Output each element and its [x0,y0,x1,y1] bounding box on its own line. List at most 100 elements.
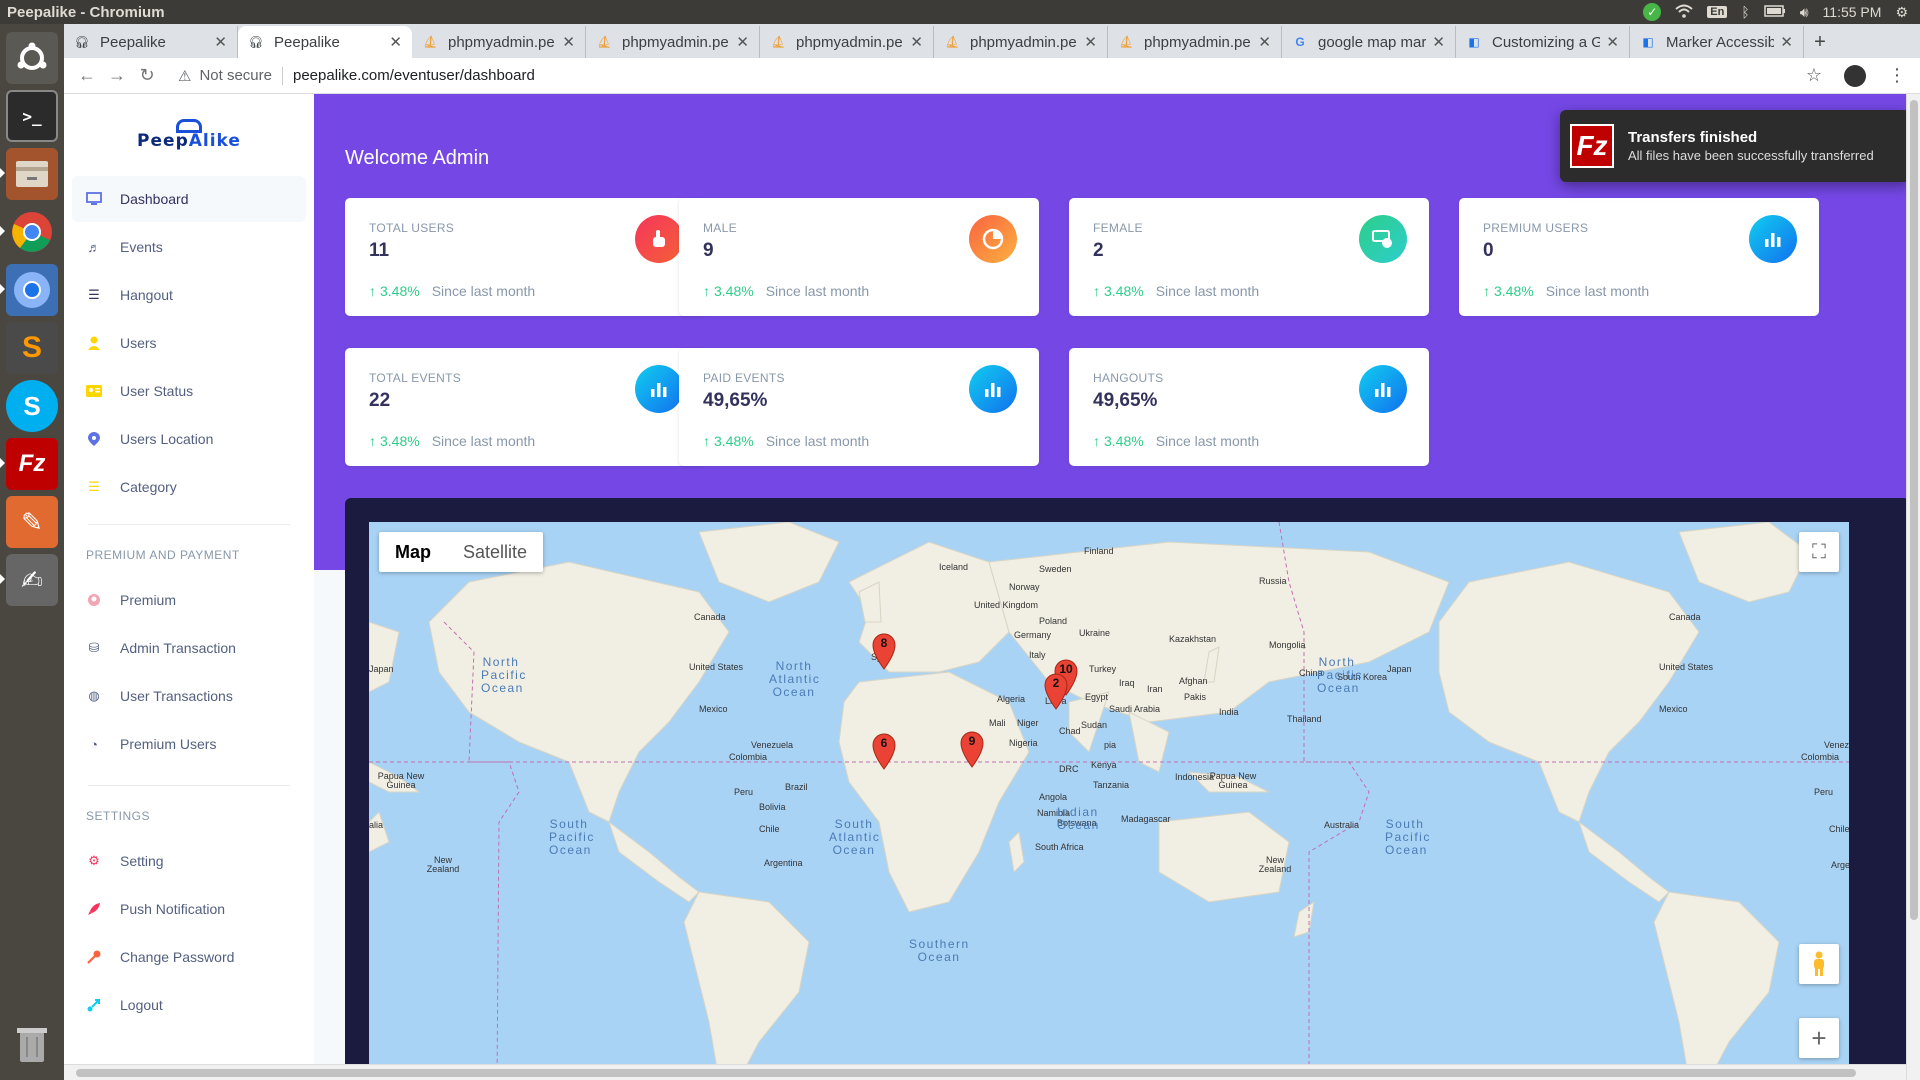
vertical-scrollbar[interactable] [1906,94,1920,1080]
settings-gear-icon[interactable]: ⚙ [1895,4,1908,21]
map-marker[interactable]: 6 [871,732,897,770]
omnibox[interactable]: ⚠ Not secure peepalike.com/eventuser/das… [178,66,1806,85]
filezilla-notification[interactable]: Fz Transfers finished All files have bee… [1560,110,1910,182]
chrome-icon[interactable] [0,206,58,258]
back-icon[interactable]: ← [72,65,102,86]
trash-icon[interactable] [6,1018,58,1070]
clock[interactable]: 11:55 PM [1823,4,1882,20]
sidebar-item-user-transactions[interactable]: ◍ User Transactions [72,673,306,719]
world-map[interactable]: Finland Iceland Sweden Norway Russia Uni… [369,522,1849,1080]
map-type-satellite-button[interactable]: Satellite [447,532,543,572]
close-tab-icon[interactable]: ✕ [1084,33,1097,51]
map-marker[interactable]: 2 [1043,672,1069,710]
keyboard-layout-indicator[interactable]: En [1707,6,1728,18]
tab[interactable]: ⛵︎ phpmyadmin.pe ✕ [586,26,760,58]
fullscreen-icon[interactable]: ⛶ [1799,532,1839,572]
transaction-icon: ⛁ [88,640,100,655]
warning-icon: ⚠ [178,67,192,85]
sidebar-item-setting[interactable]: ⚙ Setting [72,838,306,884]
ubuntu-dash-icon[interactable] [6,32,58,84]
tab[interactable]: 🎧︎ Peepalike ✕ [64,26,238,58]
map-country-label: Japan [369,664,394,674]
logo[interactable]: PeepAlike [64,94,314,176]
tab[interactable]: ◧ Marker Accessib ✕ [1630,26,1804,58]
tab[interactable]: ⛵︎ phpmyadmin.pe ✕ [412,26,586,58]
sidebar-item-category[interactable]: ☰ Category [72,464,306,510]
card-percent: 3.48% [714,433,754,449]
card-percent: 3.48% [1104,433,1144,449]
filezilla-icon[interactable]: Fz [0,438,58,490]
sidebar-item-hangout[interactable]: ☰ Hangout [72,272,306,318]
forward-icon[interactable]: → [102,65,132,86]
scroll-thumb[interactable] [76,1069,1856,1077]
close-tab-icon[interactable]: ✕ [1606,33,1619,51]
skype-icon[interactable]: S [6,380,58,432]
sidebar-item-users-location[interactable]: Users Location [72,416,306,462]
phpmyadmin-icon: ⛵︎ [944,35,960,49]
street-view-pegman-icon[interactable] [1799,944,1839,984]
volume-icon[interactable]: 🔊︎ [1800,4,1809,21]
sidebar-item-premium-users[interactable]: ◔ Premium Users [72,721,306,767]
menu-lines-icon: ☰ [88,479,100,494]
main-content: Welcome Admin TOTAL USERS 11 ↑ 3.48% Since… [314,94,1910,1080]
security-indicator[interactable]: ⚠ Not secure [178,67,272,85]
sidebar-item-admin-transaction[interactable]: ⛁ Admin Transaction [72,625,306,671]
close-tab-icon[interactable]: ✕ [389,33,402,51]
reload-icon[interactable]: ↻ [132,65,162,86]
battery-icon[interactable] [1763,4,1786,20]
close-tab-icon[interactable]: ✕ [1432,33,1445,51]
sidebar-item-events[interactable]: ♬ Events [72,224,306,270]
sidebar-item-change-password[interactable]: Change Password [72,934,306,980]
chromium-icon[interactable] [0,264,58,316]
hand-pointer-icon [635,215,683,263]
map-type-map-button[interactable]: Map [379,532,447,572]
map-ocean-label: South Atlantic Ocean [829,817,881,857]
sidebar-item-user-status[interactable]: User Status [72,368,306,414]
close-tab-icon[interactable]: ✕ [1258,33,1271,51]
sidebar-item-logout[interactable]: Logout [72,982,306,1028]
map-marker[interactable]: 8 [871,632,897,670]
scroll-thumb[interactable] [1910,100,1918,920]
card-value: 9 [703,240,714,261]
premium-icon [86,592,102,608]
tab[interactable]: ⛵︎ phpmyadmin.pe ✕ [1108,26,1282,58]
sublime-text-icon[interactable]: S [6,322,58,374]
bluetooth-icon[interactable]: ᛒ [1741,4,1749,20]
horizontal-scrollbar[interactable] [64,1064,1906,1080]
map-country-label: Mali [989,718,1006,728]
sidebar-item-label: Premium Users [120,736,217,752]
tab-active[interactable]: 🎧︎ Peepalike ✕ [238,26,412,58]
tab[interactable]: ⛵︎ phpmyadmin.pe ✕ [934,26,1108,58]
close-tab-icon[interactable]: ✕ [562,33,575,51]
location-pin-icon [86,431,102,447]
tab[interactable]: ◧ Customizing a G ✕ [1456,26,1630,58]
tab-title: Peepalike [274,33,340,51]
sidebar-item-premium[interactable]: Premium [72,577,306,623]
text-editor-icon[interactable]: ✍ [0,554,58,606]
profile-avatar-icon[interactable] [1844,64,1866,87]
sidebar-item-push-notification[interactable]: Push Notification [72,886,306,932]
close-tab-icon[interactable]: ✕ [910,33,923,51]
bookmark-star-icon[interactable]: ☆ [1806,65,1822,86]
browser-menu-icon[interactable]: ⋮ [1888,65,1906,86]
map-country-label: Colombia [729,752,768,762]
terminal-icon[interactable]: >_ [6,90,58,142]
update-check-icon[interactable]: ✓ [1643,3,1662,21]
card-since: Since last month [765,283,870,299]
new-tab-button[interactable]: + [1804,26,1836,58]
files-icon[interactable] [0,148,58,200]
close-tab-icon[interactable]: ✕ [1780,33,1793,51]
map-marker[interactable]: 9 [959,730,985,768]
sidebar-item-users[interactable]: Users [72,320,306,366]
close-tab-icon[interactable]: ✕ [214,33,227,51]
close-tab-icon[interactable]: ✕ [736,33,749,51]
tab[interactable]: ⛵︎ phpmyadmin.pe ✕ [760,26,934,58]
map-country-label: Algeria [997,694,1026,704]
zoom-in-button[interactable]: + [1799,1018,1839,1058]
url-text[interactable]: peepalike.com/eventuser/dashboard [293,67,535,84]
tab[interactable]: G google map mar ✕ [1282,26,1456,58]
wifi-icon[interactable] [1675,4,1693,21]
sidebar-item-dashboard[interactable]: Dashboard [72,176,306,222]
map-country-label: Germany [1014,630,1052,640]
pencil-tool-icon[interactable]: ✎ [6,496,58,548]
